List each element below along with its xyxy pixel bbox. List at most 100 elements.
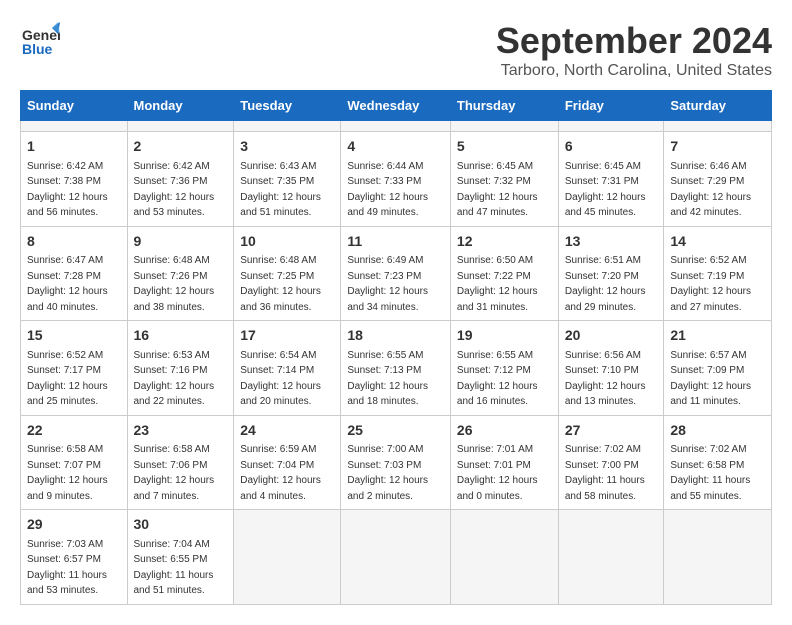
calendar-cell bbox=[450, 510, 558, 605]
calendar-cell bbox=[341, 510, 451, 605]
calendar-cell: 28Sunrise: 7:02 AMSunset: 6:58 PMDayligh… bbox=[664, 415, 772, 510]
calendar-cell bbox=[127, 121, 234, 132]
day-info: Sunrise: 6:55 AMSunset: 7:13 PMDaylight:… bbox=[347, 350, 428, 408]
calendar-cell: 25 Sunrise: 7:00 AMSunset: 7:03 PMDayligh… bbox=[341, 415, 451, 510]
day-number: 25 bbox=[347, 421, 444, 441]
day-number: 9 bbox=[134, 232, 228, 252]
calendar-cell: 9 Sunrise: 6:48 AMSunset: 7:26 PMDaylight… bbox=[127, 226, 234, 321]
day-info: Sunrise: 7:02 AMSunset: 7:00 PMDaylight:… bbox=[565, 444, 645, 502]
day-number: 7 bbox=[670, 137, 765, 157]
day-number: 8 bbox=[27, 232, 121, 252]
calendar-week-row: 1 Sunrise: 6:42 AMSunset: 7:38 PMDaylight… bbox=[21, 132, 772, 227]
calendar-cell: 10 Sunrise: 6:48 AMSunset: 7:25 PMDayligh… bbox=[234, 226, 341, 321]
day-number: 5 bbox=[457, 137, 552, 157]
calendar-cell: 18 Sunrise: 6:55 AMSunset: 7:13 PMDayligh… bbox=[341, 321, 451, 416]
calendar-cell: 5 Sunrise: 6:45 AMSunset: 7:32 PMDaylight… bbox=[450, 132, 558, 227]
day-number: 1 bbox=[27, 137, 121, 157]
day-number: 14 bbox=[670, 232, 765, 252]
day-info: Sunrise: 6:47 AMSunset: 7:28 PMDaylight:… bbox=[27, 255, 108, 313]
calendar-cell: 17 Sunrise: 6:54 AMSunset: 7:14 PMDayligh… bbox=[234, 321, 341, 416]
day-number: 6 bbox=[565, 137, 658, 157]
day-number: 21 bbox=[670, 326, 765, 346]
calendar-cell: 16 Sunrise: 6:53 AMSunset: 7:16 PMDayligh… bbox=[127, 321, 234, 416]
day-of-week-header: Saturday bbox=[664, 91, 772, 121]
day-of-week-header: Sunday bbox=[21, 91, 128, 121]
day-info: Sunrise: 6:52 AMSunset: 7:19 PMDaylight:… bbox=[670, 255, 751, 313]
day-number: 13 bbox=[565, 232, 658, 252]
calendar-cell: 23 Sunrise: 6:58 AMSunset: 7:06 PMDayligh… bbox=[127, 415, 234, 510]
calendar-cell: 3 Sunrise: 6:43 AMSunset: 7:35 PMDaylight… bbox=[234, 132, 341, 227]
calendar-cell bbox=[341, 121, 451, 132]
day-info: Sunrise: 7:04 AMSunset: 6:55 PMDaylight:… bbox=[134, 539, 214, 597]
day-number: 26 bbox=[457, 421, 552, 441]
day-info: Sunrise: 6:51 AMSunset: 7:20 PMDaylight:… bbox=[565, 255, 646, 313]
day-info: Sunrise: 6:43 AMSunset: 7:35 PMDaylight:… bbox=[240, 161, 321, 219]
calendar-cell bbox=[21, 121, 128, 132]
day-info: Sunrise: 7:02 AMSunset: 6:58 PMDaylight:… bbox=[670, 444, 750, 502]
day-info: Sunrise: 6:54 AMSunset: 7:14 PMDaylight:… bbox=[240, 350, 321, 408]
calendar-week-row: 22 Sunrise: 6:58 AMSunset: 7:07 PMDayligh… bbox=[21, 415, 772, 510]
logo: General Blue bbox=[20, 20, 60, 60]
day-info: Sunrise: 6:57 AMSunset: 7:09 PMDaylight:… bbox=[670, 350, 751, 408]
day-number: 30 bbox=[134, 515, 228, 535]
calendar-cell: 8 Sunrise: 6:47 AMSunset: 7:28 PMDaylight… bbox=[21, 226, 128, 321]
calendar-cell: 24Sunrise: 6:59 AMSunset: 7:04 PMDayligh… bbox=[234, 415, 341, 510]
calendar-cell bbox=[558, 510, 664, 605]
day-info: Sunrise: 6:59 AMSunset: 7:04 PMDaylight:… bbox=[240, 444, 321, 502]
svg-text:Blue: Blue bbox=[22, 41, 53, 57]
day-info: Sunrise: 6:46 AMSunset: 7:29 PMDaylight:… bbox=[670, 161, 751, 219]
day-number: 15 bbox=[27, 326, 121, 346]
day-number: 18 bbox=[347, 326, 444, 346]
day-number: 17 bbox=[240, 326, 334, 346]
day-info: Sunrise: 6:42 AMSunset: 7:36 PMDaylight:… bbox=[134, 161, 215, 219]
calendar-table: SundayMondayTuesdayWednesdayThursdayFrid… bbox=[20, 90, 772, 605]
day-info: Sunrise: 7:03 AMSunset: 6:57 PMDaylight:… bbox=[27, 539, 107, 597]
day-info: Sunrise: 6:56 AMSunset: 7:10 PMDaylight:… bbox=[565, 350, 646, 408]
calendar-cell: 29Sunrise: 7:03 AMSunset: 6:57 PMDayligh… bbox=[21, 510, 128, 605]
day-number: 19 bbox=[457, 326, 552, 346]
day-number: 2 bbox=[134, 137, 228, 157]
day-of-week-header: Wednesday bbox=[341, 91, 451, 121]
day-info: Sunrise: 6:48 AMSunset: 7:25 PMDaylight:… bbox=[240, 255, 321, 313]
main-title: September 2024 bbox=[496, 20, 772, 62]
day-info: Sunrise: 6:45 AMSunset: 7:32 PMDaylight:… bbox=[457, 161, 538, 219]
calendar-cell: 13 Sunrise: 6:51 AMSunset: 7:20 PMDayligh… bbox=[558, 226, 664, 321]
day-info: Sunrise: 6:49 AMSunset: 7:23 PMDaylight:… bbox=[347, 255, 428, 313]
calendar-cell bbox=[664, 121, 772, 132]
day-number: 16 bbox=[134, 326, 228, 346]
day-info: Sunrise: 6:52 AMSunset: 7:17 PMDaylight:… bbox=[27, 350, 108, 408]
day-info: Sunrise: 6:50 AMSunset: 7:22 PMDaylight:… bbox=[457, 255, 538, 313]
calendar-cell: 4Sunrise: 6:44 AMSunset: 7:33 PMDaylight… bbox=[341, 132, 451, 227]
day-number: 10 bbox=[240, 232, 334, 252]
calendar-cell: 21 Sunrise: 6:57 AMSunset: 7:09 PMDayligh… bbox=[664, 321, 772, 416]
day-number: 4 bbox=[347, 137, 444, 157]
day-number: 22 bbox=[27, 421, 121, 441]
day-number: 3 bbox=[240, 137, 334, 157]
calendar-cell: 7 Sunrise: 6:46 AMSunset: 7:29 PMDaylight… bbox=[664, 132, 772, 227]
day-info: Sunrise: 6:53 AMSunset: 7:16 PMDaylight:… bbox=[134, 350, 215, 408]
day-of-week-header: Tuesday bbox=[234, 91, 341, 121]
calendar-cell: 26 Sunrise: 7:01 AMSunset: 7:01 PMDayligh… bbox=[450, 415, 558, 510]
calendar-cell bbox=[450, 121, 558, 132]
day-info: Sunrise: 7:01 AMSunset: 7:01 PMDaylight:… bbox=[457, 444, 538, 502]
day-info: Sunrise: 6:58 AMSunset: 7:06 PMDaylight:… bbox=[134, 444, 215, 502]
calendar-cell: 30 Sunrise: 7:04 AMSunset: 6:55 PMDayligh… bbox=[127, 510, 234, 605]
day-number: 23 bbox=[134, 421, 228, 441]
calendar-cell bbox=[664, 510, 772, 605]
calendar-week-row: 29Sunrise: 7:03 AMSunset: 6:57 PMDayligh… bbox=[21, 510, 772, 605]
subtitle: Tarboro, North Carolina, United States bbox=[496, 62, 772, 80]
day-info: Sunrise: 6:42 AMSunset: 7:38 PMDaylight:… bbox=[27, 161, 108, 219]
day-info: Sunrise: 6:48 AMSunset: 7:26 PMDaylight:… bbox=[134, 255, 215, 313]
day-of-week-header: Monday bbox=[127, 91, 234, 121]
day-info: Sunrise: 6:55 AMSunset: 7:12 PMDaylight:… bbox=[457, 350, 538, 408]
day-number: 12 bbox=[457, 232, 552, 252]
calendar-cell: 6Sunrise: 6:45 AMSunset: 7:31 PMDaylight… bbox=[558, 132, 664, 227]
calendar-cell: 12 Sunrise: 6:50 AMSunset: 7:22 PMDayligh… bbox=[450, 226, 558, 321]
calendar-cell: 11Sunrise: 6:49 AMSunset: 7:23 PMDayligh… bbox=[341, 226, 451, 321]
calendar-cell: 19 Sunrise: 6:55 AMSunset: 7:12 PMDayligh… bbox=[450, 321, 558, 416]
day-info: Sunrise: 7:00 AMSunset: 7:03 PMDaylight:… bbox=[347, 444, 428, 502]
day-info: Sunrise: 6:58 AMSunset: 7:07 PMDaylight:… bbox=[27, 444, 108, 502]
logo-icon: General Blue bbox=[20, 20, 60, 60]
calendar-week-row: 8 Sunrise: 6:47 AMSunset: 7:28 PMDaylight… bbox=[21, 226, 772, 321]
calendar-cell: 22 Sunrise: 6:58 AMSunset: 7:07 PMDayligh… bbox=[21, 415, 128, 510]
